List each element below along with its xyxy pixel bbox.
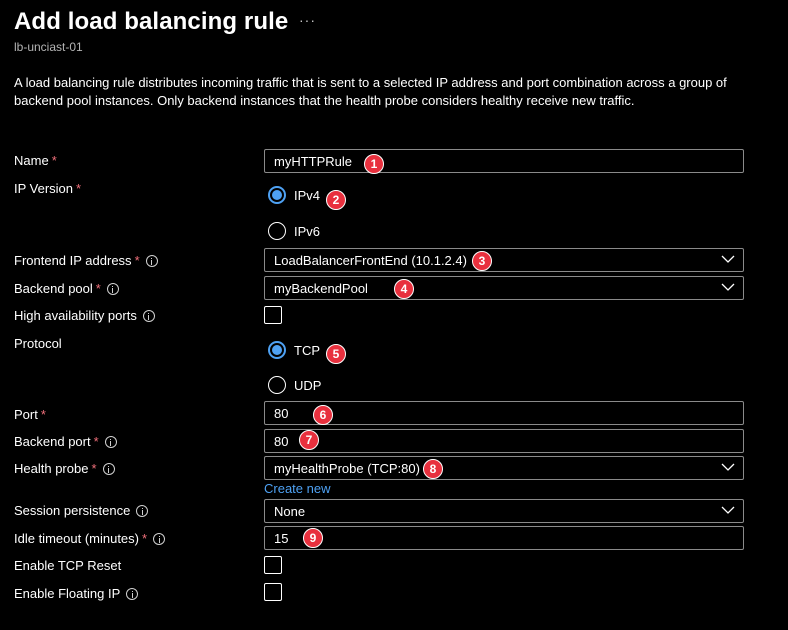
radio-udp[interactable]: UDP [268,376,321,394]
ha-ports-label: High availability ports [14,308,155,323]
step-badge-6: 6 [313,405,333,425]
radio-checked-icon [268,341,286,359]
ha-ports-checkbox[interactable] [264,306,282,324]
ellipsis-icon: ··· [299,12,316,28]
name-input[interactable]: myHTTPRule [264,149,744,173]
required-mark: * [95,281,101,296]
required-mark: * [134,253,140,268]
info-icon[interactable] [145,254,158,267]
chevron-down-icon [721,283,735,291]
tcp-reset-checkbox[interactable] [264,556,282,574]
health-probe-select[interactable]: myHealthProbe (TCP:80) [264,456,744,480]
tcp-reset-label: Enable TCP Reset [14,558,122,573]
idle-timeout-input[interactable]: 15 [264,526,744,550]
frontend-ip-label: Frontend IP address * [14,253,158,268]
description: A load balancing rule distributes incomi… [14,75,727,108]
info-icon[interactable] [104,435,117,448]
page-subtitle: lb-unciast-01 [14,40,83,54]
ip-version-label: IP Version * [14,181,82,196]
step-badge-2: 2 [326,190,346,210]
backend-pool-select[interactable]: myBackendPool [264,276,744,300]
chevron-down-icon [721,463,735,471]
info-icon[interactable] [142,309,155,322]
info-icon[interactable] [126,587,139,600]
port-label: Port * [14,407,46,422]
radio-ipv4[interactable]: IPv4 [268,186,320,204]
radio-unchecked-icon [268,376,286,394]
required-mark: * [51,153,57,168]
backend-pool-label: Backend pool * [14,281,119,296]
radio-checked-icon [268,186,286,204]
radio-ipv6[interactable]: IPv6 [268,222,320,240]
idle-timeout-label: Idle timeout (minutes) * [14,531,166,546]
required-mark: * [142,531,148,546]
step-badge-4: 4 [394,279,414,299]
info-icon[interactable] [136,504,149,517]
backend-port-label: Backend port * [14,434,117,449]
session-persistence-label: Session persistence [14,503,149,518]
step-badge-8: 8 [423,459,443,479]
info-icon[interactable] [153,532,166,545]
step-badge-7: 7 [299,430,319,450]
step-badge-9: 9 [303,528,323,548]
chevron-down-icon [721,255,735,263]
step-badge-1: 1 [364,154,384,174]
protocol-label: Protocol [14,336,62,351]
floating-ip-label: Enable Floating IP [14,586,139,601]
name-label: Name * [14,153,57,168]
required-mark: * [76,181,82,196]
create-new-link[interactable]: Create new [264,481,330,496]
more-options-button[interactable]: ··· [299,12,316,28]
info-icon[interactable] [102,462,115,475]
radio-tcp[interactable]: TCP [268,341,320,359]
chevron-down-icon [721,506,735,514]
step-badge-3: 3 [472,251,492,271]
info-icon[interactable] [106,282,119,295]
page-title: Add load balancing rule [14,8,289,35]
required-mark: * [91,461,97,476]
frontend-ip-select[interactable]: LoadBalancerFrontEnd (10.1.2.4) [264,248,744,272]
backend-port-input[interactable]: 80 [264,429,744,453]
session-persistence-select[interactable]: None [264,499,744,523]
floating-ip-checkbox[interactable] [264,583,282,601]
step-badge-5: 5 [326,344,346,364]
port-input[interactable]: 80 [264,401,744,425]
required-mark: * [93,434,99,449]
radio-unchecked-icon [268,222,286,240]
required-mark: * [40,407,46,422]
health-probe-label: Health probe * [14,461,115,476]
